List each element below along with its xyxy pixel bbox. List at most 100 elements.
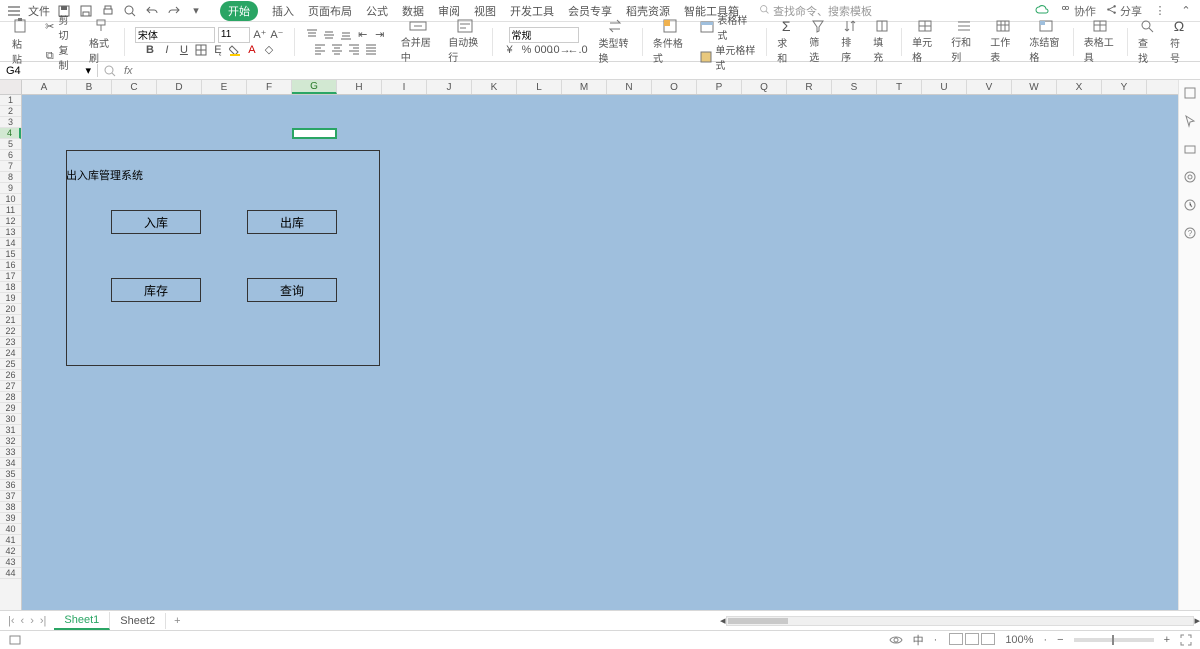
add-sheet-button[interactable]: +: [166, 615, 188, 627]
row-header-11[interactable]: 11: [0, 205, 21, 216]
row-header-21[interactable]: 21: [0, 315, 21, 326]
side-select-icon[interactable]: [1183, 86, 1197, 100]
chevron-down-icon[interactable]: ▾: [85, 64, 91, 77]
row-header-24[interactable]: 24: [0, 348, 21, 359]
cell-grid[interactable]: 出入库管理系统 入库 出库 库存 查询: [22, 95, 1178, 610]
number-format-select[interactable]: [509, 27, 579, 43]
undo-icon[interactable]: [144, 3, 160, 19]
align-right-icon[interactable]: [347, 42, 361, 56]
col-header-O[interactable]: O: [652, 80, 697, 94]
row-header-9[interactable]: 9: [0, 183, 21, 194]
col-header-H[interactable]: H: [337, 80, 382, 94]
align-center-icon[interactable]: [330, 42, 344, 56]
col-header-Y[interactable]: Y: [1102, 80, 1147, 94]
row-header-12[interactable]: 12: [0, 216, 21, 227]
scroll-right-icon[interactable]: ▸: [1194, 614, 1200, 627]
btn-query[interactable]: 查询: [247, 278, 337, 302]
indent-increase-icon[interactable]: ⇥: [373, 28, 387, 42]
row-header-28[interactable]: 28: [0, 392, 21, 403]
zoom-slider-thumb[interactable]: [1112, 635, 1114, 645]
fx-label[interactable]: fx: [124, 65, 133, 77]
increase-font-icon[interactable]: A⁺: [253, 28, 267, 42]
row-header-44[interactable]: 44: [0, 568, 21, 579]
symbol-icon[interactable]: Ω: [1170, 18, 1188, 34]
zoom-value[interactable]: 100%: [1005, 634, 1033, 646]
tab-dev[interactable]: 开发工具: [510, 3, 554, 19]
row-header-31[interactable]: 31: [0, 425, 21, 436]
horizontal-scrollbar[interactable]: ◂ ▸: [720, 615, 1200, 627]
btn-outbound[interactable]: 出库: [247, 210, 337, 234]
filter-label[interactable]: 筛选: [809, 34, 827, 64]
worksheet-icon[interactable]: [994, 19, 1012, 33]
sort-label[interactable]: 排序: [841, 34, 859, 64]
tab-nav-prev-icon[interactable]: ‹: [21, 615, 25, 627]
tab-nav-last-icon[interactable]: ›|: [40, 615, 47, 627]
preview-icon[interactable]: [122, 3, 138, 19]
row-header-42[interactable]: 42: [0, 546, 21, 557]
tab-review[interactable]: 审阅: [438, 3, 460, 19]
increase-decimal-icon[interactable]: .0→: [554, 43, 568, 57]
underline-button[interactable]: U: [177, 43, 191, 57]
format-painter-icon[interactable]: [93, 18, 111, 34]
col-header-W[interactable]: W: [1012, 80, 1057, 94]
save-as-icon[interactable]: [78, 3, 94, 19]
select-all-corner[interactable]: [0, 80, 22, 95]
row-header-2[interactable]: 2: [0, 106, 21, 117]
row-header-23[interactable]: 23: [0, 337, 21, 348]
row-header-4[interactable]: 4: [0, 128, 21, 139]
cell-label[interactable]: 单元格: [912, 34, 937, 64]
col-header-B[interactable]: B: [67, 80, 112, 94]
col-header-N[interactable]: N: [607, 80, 652, 94]
zoom-out-button[interactable]: −: [1057, 634, 1063, 646]
find-icon[interactable]: [1138, 18, 1156, 34]
row-header-38[interactable]: 38: [0, 502, 21, 513]
print-icon[interactable]: [100, 3, 116, 19]
side-setting-icon[interactable]: [1183, 170, 1197, 184]
btn-inbound[interactable]: 入库: [111, 210, 201, 234]
tab-view[interactable]: 视图: [474, 3, 496, 19]
row-header-20[interactable]: 20: [0, 304, 21, 315]
tab-member[interactable]: 会员专享: [568, 3, 612, 19]
thousands-icon[interactable]: 000: [537, 43, 551, 57]
font-size-select[interactable]: [218, 27, 250, 43]
side-backup-icon[interactable]: [1183, 198, 1197, 212]
active-cell[interactable]: [292, 128, 337, 139]
col-header-V[interactable]: V: [967, 80, 1012, 94]
find-label[interactable]: 查找: [1138, 35, 1156, 65]
row-header-29[interactable]: 29: [0, 403, 21, 414]
eye-icon[interactable]: [889, 634, 903, 646]
cut-icon[interactable]: ✂: [44, 20, 56, 34]
zoom-in-button[interactable]: +: [1164, 634, 1170, 646]
side-style-icon[interactable]: [1183, 142, 1197, 156]
row-header-41[interactable]: 41: [0, 535, 21, 546]
row-header-22[interactable]: 22: [0, 326, 21, 337]
col-header-A[interactable]: A: [22, 80, 67, 94]
sum-icon[interactable]: Σ: [777, 18, 795, 34]
row-header-13[interactable]: 13: [0, 227, 21, 238]
sort-icon[interactable]: [841, 19, 859, 33]
col-header-S[interactable]: S: [832, 80, 877, 94]
fullscreen-icon[interactable]: [1180, 634, 1192, 646]
paste-icon[interactable]: [12, 17, 30, 35]
border-button[interactable]: [194, 43, 208, 57]
rowcol-icon[interactable]: [955, 19, 973, 33]
row-header-43[interactable]: 43: [0, 557, 21, 568]
tab-resources[interactable]: 稻壳资源: [626, 3, 670, 19]
fill-label[interactable]: 填充: [873, 34, 891, 64]
cut-label[interactable]: 剪切: [59, 12, 75, 42]
freeze-icon[interactable]: [1037, 19, 1055, 33]
tab-nav-next-icon[interactable]: ›: [30, 615, 34, 627]
clear-format-icon[interactable]: ◇: [262, 43, 276, 57]
row-header-26[interactable]: 26: [0, 370, 21, 381]
collab-button[interactable]: 协作: [1060, 3, 1096, 19]
fill-color-button[interactable]: [228, 43, 242, 57]
row-header-39[interactable]: 39: [0, 513, 21, 524]
font-name-select[interactable]: [135, 27, 215, 43]
wrap-label[interactable]: 自动换行: [448, 34, 481, 64]
redo-icon[interactable]: [166, 3, 182, 19]
percent-icon[interactable]: %: [520, 43, 534, 57]
row-header-30[interactable]: 30: [0, 414, 21, 425]
decrease-font-icon[interactable]: A⁻: [270, 28, 284, 42]
col-header-M[interactable]: M: [562, 80, 607, 94]
collapse-ribbon-icon[interactable]: ⌃: [1178, 3, 1194, 19]
